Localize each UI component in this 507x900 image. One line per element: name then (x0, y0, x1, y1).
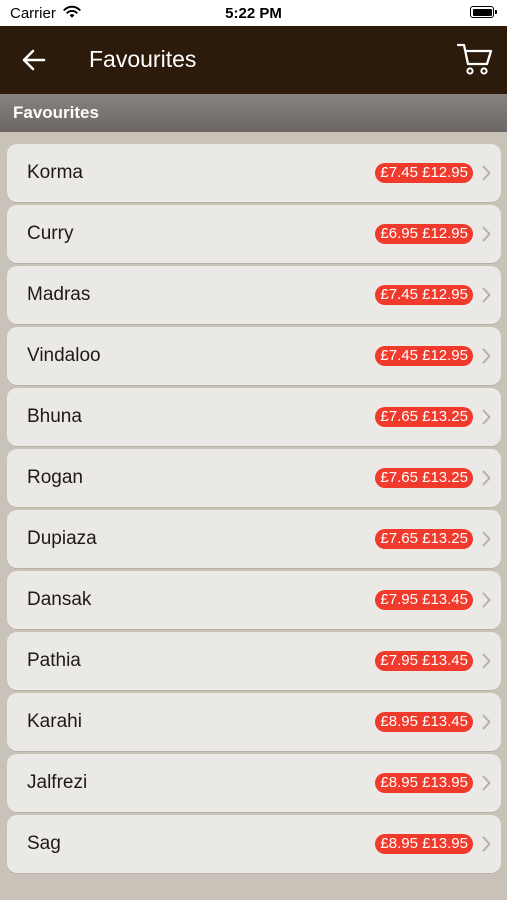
item-name: Dupiaza (27, 528, 97, 549)
item-name: Dansak (27, 589, 92, 610)
page-title: Favourites (89, 46, 197, 72)
price-badge: £7.65 £13.25 (375, 468, 473, 488)
list-item[interactable]: Rogan £7.65 £13.25 (7, 449, 501, 507)
list-item[interactable]: Sag £8.95 £13.95 (7, 815, 501, 873)
item-name: Sag (27, 833, 61, 854)
item-name: Karahi (27, 711, 82, 732)
chevron-right-icon (482, 531, 491, 547)
price-badge: £7.95 £13.45 (375, 651, 473, 671)
battery-icon (470, 6, 497, 18)
item-name: Curry (27, 223, 74, 244)
list-item[interactable]: Vindaloo £7.45 £12.95 (7, 327, 501, 385)
chevron-right-icon (482, 287, 491, 303)
chevron-right-icon (482, 653, 491, 669)
navigation-bar: Favourites (0, 26, 507, 94)
chevron-right-icon (482, 409, 491, 425)
price-badge: £7.95 £13.45 (375, 590, 473, 610)
price-badge: £8.95 £13.95 (375, 834, 473, 854)
section-title: Favourites (13, 103, 99, 122)
list-item[interactable]: Curry £6.95 £12.95 (7, 205, 501, 263)
price-badge: £7.45 £12.95 (375, 285, 473, 305)
list-item[interactable]: Karahi £8.95 £13.45 (7, 693, 501, 751)
chevron-right-icon (482, 165, 491, 181)
price-badge: £7.45 £12.95 (375, 163, 473, 183)
back-arrow-icon[interactable] (20, 46, 48, 74)
price-badge: £8.95 £13.95 (375, 773, 473, 793)
list-item[interactable]: Dansak £7.95 £13.45 (7, 571, 501, 629)
item-name: Rogan (27, 467, 83, 488)
clock: 5:22 PM (225, 5, 282, 22)
item-name: Madras (27, 284, 91, 305)
item-name: Jalfrezi (27, 772, 88, 793)
chevron-right-icon (482, 470, 491, 486)
price-badge: £7.65 £13.25 (375, 529, 473, 549)
item-name: Korma (27, 162, 83, 183)
item-name: Bhuna (27, 406, 82, 427)
chevron-right-icon (482, 592, 491, 608)
chevron-right-icon (482, 348, 491, 364)
cart-icon[interactable] (457, 42, 493, 76)
section-header: Favourites (0, 94, 507, 132)
chevron-right-icon (482, 714, 491, 730)
price-badge: £7.65 £13.25 (375, 407, 473, 427)
chevron-right-icon (482, 226, 491, 242)
item-name: Pathia (27, 650, 81, 671)
list-item[interactable]: Korma £7.45 £12.95 (7, 144, 501, 202)
list-item[interactable]: Bhuna £7.65 £13.25 (7, 388, 501, 446)
list-item[interactable]: Pathia £7.95 £13.45 (7, 632, 501, 690)
price-badge: £7.45 £12.95 (375, 346, 473, 366)
price-badge: £8.95 £13.45 (375, 712, 473, 732)
item-name: Vindaloo (27, 345, 101, 366)
chevron-right-icon (482, 836, 491, 852)
list-item[interactable]: Jalfrezi £8.95 £13.95 (7, 754, 501, 812)
chevron-right-icon (482, 775, 491, 791)
price-badge: £6.95 £12.95 (375, 224, 473, 244)
list-item[interactable]: Madras £7.45 £12.95 (7, 266, 501, 324)
list-item[interactable]: Dupiaza £7.65 £13.25 (7, 510, 501, 568)
status-bar: Carrier 5:22 PM (0, 0, 507, 26)
